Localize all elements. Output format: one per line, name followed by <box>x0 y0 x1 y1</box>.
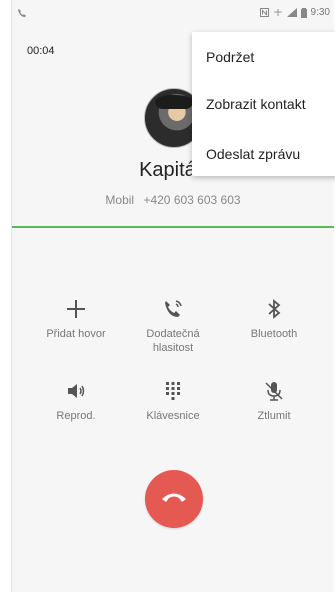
keypad-button[interactable]: Klávesnice <box>123 379 223 423</box>
mute-button[interactable]: Ztlumit <box>224 379 324 423</box>
volume-boost-icon <box>161 297 185 321</box>
call-screen: 9:30 00:04 Kapitán Mobil +420 603 603 60… <box>11 0 335 592</box>
menu-item-send-message[interactable]: Odeslat zprávu <box>206 146 300 162</box>
menu-item-view-contact[interactable]: Zobrazit kontakt <box>206 96 306 112</box>
status-icons: 9:30 <box>259 7 330 18</box>
add-call-label: Přidat hovor <box>46 328 106 340</box>
plus-icon <box>64 297 88 321</box>
speaker-button[interactable]: Reprod. <box>26 379 126 423</box>
bluetooth-button[interactable]: Bluetooth <box>224 297 324 341</box>
speaker-icon <box>64 379 88 403</box>
bluetooth-label: Bluetooth <box>250 328 298 340</box>
status-time: 9:30 <box>310 7 330 18</box>
extra-volume-label-line2: hlasitost <box>152 342 194 354</box>
end-call-button[interactable] <box>145 470 203 528</box>
call-duration: 00:04 <box>27 45 55 57</box>
status-bar: 9:30 <box>12 0 334 26</box>
hang-up-icon <box>160 490 188 509</box>
number-type: Mobil <box>105 193 135 207</box>
mute-mic-icon <box>262 379 286 403</box>
phone-number: +420 603 603 603 <box>143 193 241 207</box>
contact-number-line: Mobil +420 603 603 603 <box>12 193 334 207</box>
signal-icon <box>286 8 297 17</box>
call-icon <box>17 8 27 18</box>
extra-volume-button[interactable]: Dodatečná hlasitost <box>123 297 223 355</box>
bluetooth-icon <box>262 297 286 321</box>
overflow-menu: Podržet Zobrazit kontakt Odeslat zprávu <box>192 32 335 176</box>
battery-icon <box>300 7 307 18</box>
menu-item-hold[interactable]: Podržet <box>206 49 254 65</box>
extra-volume-label-line1: Dodatečná <box>146 328 200 340</box>
data-icon <box>273 8 283 17</box>
speaker-label: Reprod. <box>56 410 96 422</box>
nfc-icon <box>259 8 269 17</box>
call-status-divider <box>12 226 334 228</box>
keypad-label: Klávesnice <box>146 410 200 422</box>
mute-label: Ztlumit <box>257 410 291 422</box>
add-call-button[interactable]: Přidat hovor <box>26 297 126 341</box>
dialpad-icon <box>161 379 185 403</box>
